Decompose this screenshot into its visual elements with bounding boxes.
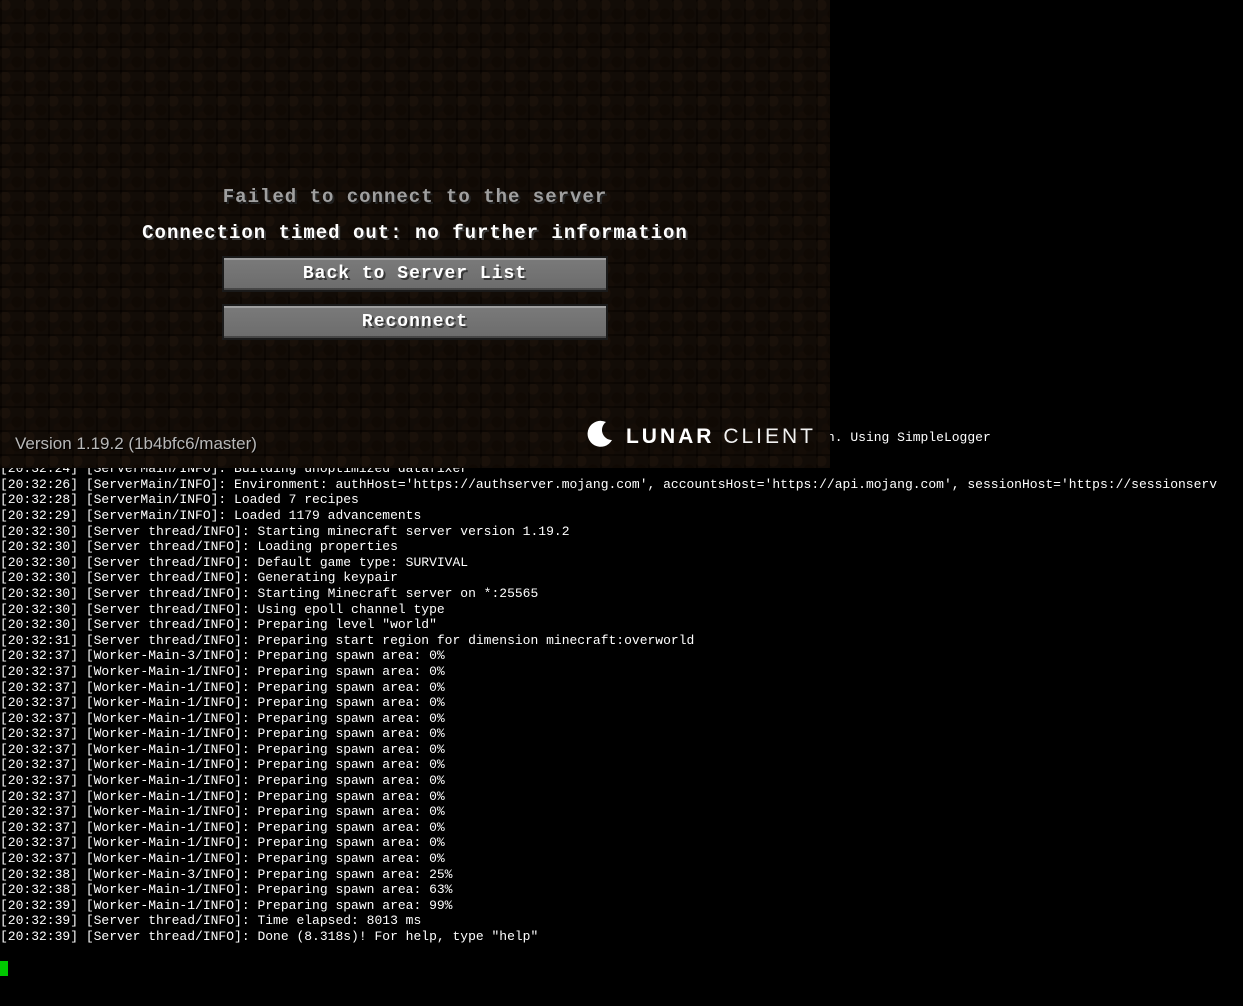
terminal-cursor xyxy=(0,961,8,976)
console-line: [20:32:37] [Worker-Main-1/INFO]: Prepari… xyxy=(0,820,1243,836)
console-line: [20:32:39] [Worker-Main-1/INFO]: Prepari… xyxy=(0,898,1243,914)
disconnect-screen: Failed to connect to the server Connecti… xyxy=(0,0,830,468)
version-label: Version 1.19.2 (1b4bfc6/master) xyxy=(15,434,257,454)
lunar-client-text: LUNAR CLIENT xyxy=(626,425,816,449)
console-line: [20:32:37] [Worker-Main-1/INFO]: Prepari… xyxy=(0,789,1243,805)
server-console: down. Using SimpleLoggerStarting net.min… xyxy=(0,430,1243,945)
console-line: [20:32:30] [Server thread/INFO]: Startin… xyxy=(0,586,1243,602)
console-line: [20:32:37] [Worker-Main-1/INFO]: Prepari… xyxy=(0,664,1243,680)
console-line: [20:32:30] [Server thread/INFO]: Startin… xyxy=(0,524,1243,540)
console-line: [20:32:37] [Worker-Main-1/INFO]: Prepari… xyxy=(0,742,1243,758)
console-line: [20:32:29] [ServerMain/INFO]: Loaded 117… xyxy=(0,508,1243,524)
console-line: [20:32:37] [Worker-Main-1/INFO]: Prepari… xyxy=(0,773,1243,789)
console-line: [20:32:38] [Worker-Main-3/INFO]: Prepari… xyxy=(0,867,1243,883)
console-line: [20:32:30] [Server thread/INFO]: Prepari… xyxy=(0,617,1243,633)
disconnect-reason: Connection timed out: no further informa… xyxy=(142,222,688,244)
lunar-client-branding: LUNAR CLIENT xyxy=(584,418,816,455)
console-line: [20:32:28] [ServerMain/INFO]: Loaded 7 r… xyxy=(0,492,1243,508)
console-line: [20:32:37] [Worker-Main-1/INFO]: Prepari… xyxy=(0,680,1243,696)
moon-icon xyxy=(584,418,616,455)
disconnect-title: Failed to connect to the server xyxy=(223,186,607,208)
console-line: [20:32:31] [Server thread/INFO]: Prepari… xyxy=(0,633,1243,649)
console-line: [20:32:39] [Server thread/INFO]: Time el… xyxy=(0,913,1243,929)
console-line: [20:32:37] [Worker-Main-1/INFO]: Prepari… xyxy=(0,804,1243,820)
back-to-server-list-button[interactable]: Back to Server List xyxy=(222,256,608,292)
console-line: [20:32:30] [Server thread/INFO]: Using e… xyxy=(0,602,1243,618)
reconnect-button[interactable]: Reconnect xyxy=(222,304,608,340)
console-line: [20:32:37] [Worker-Main-1/INFO]: Prepari… xyxy=(0,835,1243,851)
console-line: [20:32:37] [Worker-Main-1/INFO]: Prepari… xyxy=(0,711,1243,727)
console-line: [20:32:30] [Server thread/INFO]: Generat… xyxy=(0,570,1243,586)
console-line: [20:32:37] [Worker-Main-1/INFO]: Prepari… xyxy=(0,726,1243,742)
console-line: [20:32:38] [Worker-Main-1/INFO]: Prepari… xyxy=(0,882,1243,898)
console-line: [20:32:26] [ServerMain/INFO]: Environmen… xyxy=(0,477,1243,493)
console-line: [20:32:39] [Server thread/INFO]: Done (8… xyxy=(0,929,1243,945)
console-line: [20:32:37] [Worker-Main-3/INFO]: Prepari… xyxy=(0,648,1243,664)
console-line: [20:32:37] [Worker-Main-1/INFO]: Prepari… xyxy=(0,757,1243,773)
console-line: [20:32:37] [Worker-Main-1/INFO]: Prepari… xyxy=(0,851,1243,867)
console-line: [20:32:37] [Worker-Main-1/INFO]: Prepari… xyxy=(0,695,1243,711)
console-line: [20:32:30] [Server thread/INFO]: Default… xyxy=(0,555,1243,571)
console-line: [20:32:30] [Server thread/INFO]: Loading… xyxy=(0,539,1243,555)
